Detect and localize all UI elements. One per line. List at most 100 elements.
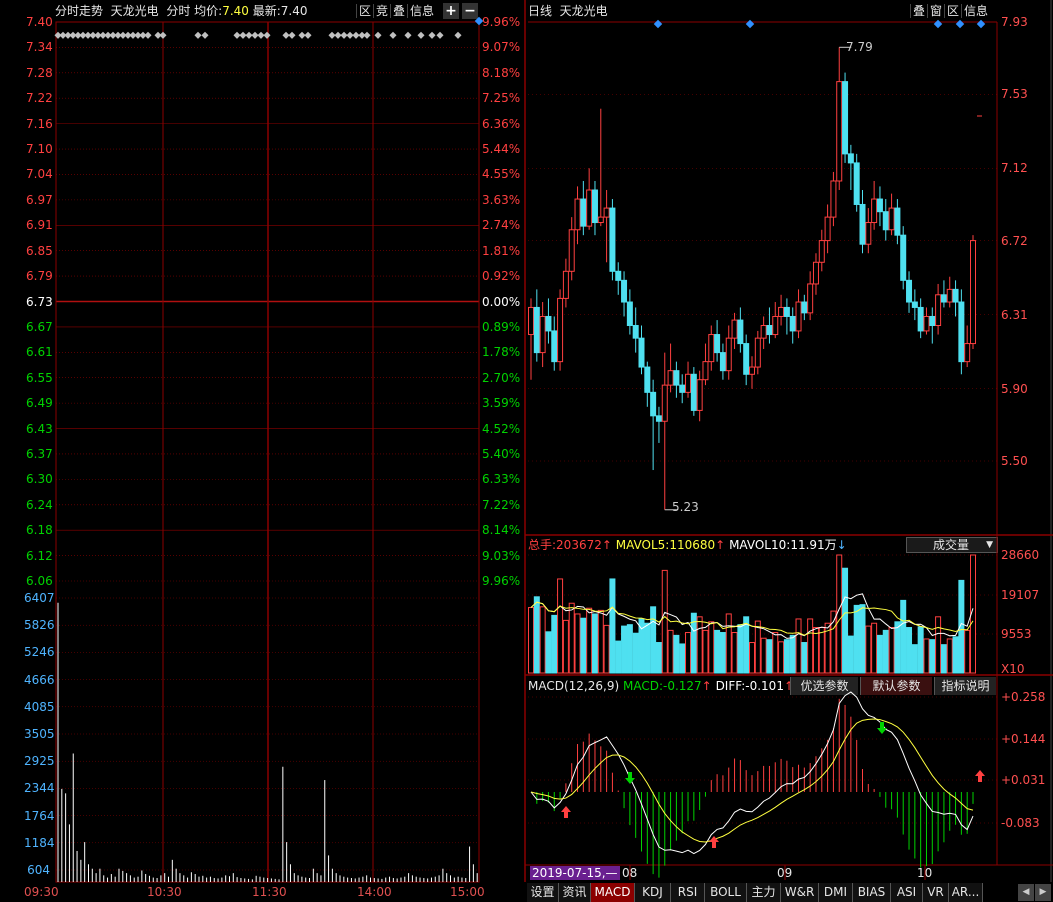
volume-bar [632, 632, 639, 674]
cross-up-arrow-icon [561, 806, 571, 818]
scroll-right-icon[interactable]: ▶ [1035, 884, 1051, 901]
candle-body [946, 288, 953, 303]
volume-bar [818, 627, 825, 674]
volume-bar [935, 616, 942, 674]
tab-12[interactable]: AR... [949, 883, 983, 902]
candle-body [562, 270, 569, 299]
tab-7[interactable]: W&R [781, 883, 819, 902]
tab-9[interactable]: BIAS [853, 883, 891, 902]
volume-bar [655, 642, 662, 674]
volume-bar [650, 606, 657, 674]
candle-body [586, 189, 593, 227]
candle-body [830, 180, 837, 218]
candle-body [894, 207, 901, 236]
volume-bar [964, 629, 971, 674]
candle-body [911, 301, 918, 308]
tab-6[interactable]: 主力 [747, 883, 781, 902]
volume-bar [911, 644, 918, 674]
diff-line [530, 691, 974, 855]
candle-body [871, 198, 878, 224]
volume-bar [591, 613, 598, 674]
volume-bar [562, 619, 569, 674]
candle-body [917, 306, 924, 332]
candle-body [621, 279, 628, 303]
tab-3[interactable]: KDJ [635, 883, 671, 902]
scroll-left-icon[interactable]: ◀ [1018, 884, 1034, 901]
candle-body [801, 301, 808, 314]
volume-bar [731, 632, 738, 674]
volume-bar [760, 637, 767, 674]
candle-body [749, 366, 755, 375]
volume-bar [859, 604, 866, 674]
volume-bar [894, 621, 901, 674]
candle-body [865, 222, 872, 245]
candle-body [667, 370, 674, 386]
volume-bar [574, 613, 581, 674]
candle-body [847, 153, 854, 164]
candle-body [929, 315, 936, 327]
candle-body [557, 297, 564, 363]
volume-bar [586, 607, 593, 674]
tab-11[interactable]: VR [923, 883, 949, 902]
volume-bar [836, 554, 843, 674]
tab-4[interactable]: RSI [671, 883, 705, 902]
candle-body [661, 384, 668, 422]
volume-bar [952, 636, 959, 674]
event-diamond-icon [955, 19, 965, 29]
volume-bar [597, 609, 604, 674]
event-diamond-icon [976, 19, 986, 29]
volume-bar [725, 613, 732, 674]
candle-body [568, 229, 575, 272]
volume-bar [906, 627, 913, 674]
volume-bar [615, 640, 622, 674]
volume-bar [801, 642, 808, 674]
candle-body [853, 162, 860, 205]
candle-body [876, 198, 883, 213]
volume-bar [603, 624, 610, 674]
candle-body [528, 306, 534, 336]
tab-10[interactable]: ASI [891, 883, 923, 902]
volume-bar [557, 578, 564, 674]
volume-bar [679, 643, 686, 674]
candle-body [818, 240, 825, 263]
candle-body [737, 319, 744, 345]
candle-body [679, 384, 686, 393]
volume-bar [714, 629, 721, 674]
candle-body [795, 301, 802, 332]
candle-body [708, 334, 715, 363]
candle-body [685, 373, 692, 393]
event-diamond-icon [745, 19, 755, 29]
candle-body [655, 415, 662, 422]
volume-bar [737, 624, 744, 674]
volume-bar [772, 632, 779, 674]
volume-bar [778, 641, 785, 674]
volume-bar [929, 639, 936, 674]
candle-body [970, 240, 976, 345]
tab-1[interactable]: 资讯 [559, 883, 591, 902]
daily-chart[interactable] [0, 0, 1053, 902]
candle-body [650, 391, 657, 417]
candle-body [940, 294, 947, 303]
candle-body [906, 279, 913, 303]
volume-bar [545, 631, 552, 674]
candle-body [702, 361, 709, 381]
volume-bar [876, 634, 883, 674]
candle-body [551, 330, 558, 363]
candle-body [545, 315, 552, 332]
tab-8[interactable]: DMI [819, 883, 853, 902]
tab-0[interactable]: 设置 [527, 883, 559, 902]
tab-2[interactable]: MACD [591, 883, 635, 902]
candle-body [789, 315, 796, 332]
candle-body [888, 207, 895, 231]
volume-bar [917, 626, 924, 674]
tab-5[interactable]: BOLL [705, 883, 747, 902]
volume-bar [923, 638, 930, 674]
candle-body [731, 319, 738, 339]
volume-bar [842, 567, 849, 674]
volume-bar [812, 627, 819, 674]
candle-body [807, 283, 814, 314]
volume-bar [865, 625, 872, 674]
volume-bar [766, 639, 773, 674]
event-diamond-icon [653, 19, 663, 29]
volume-bar [539, 606, 546, 674]
